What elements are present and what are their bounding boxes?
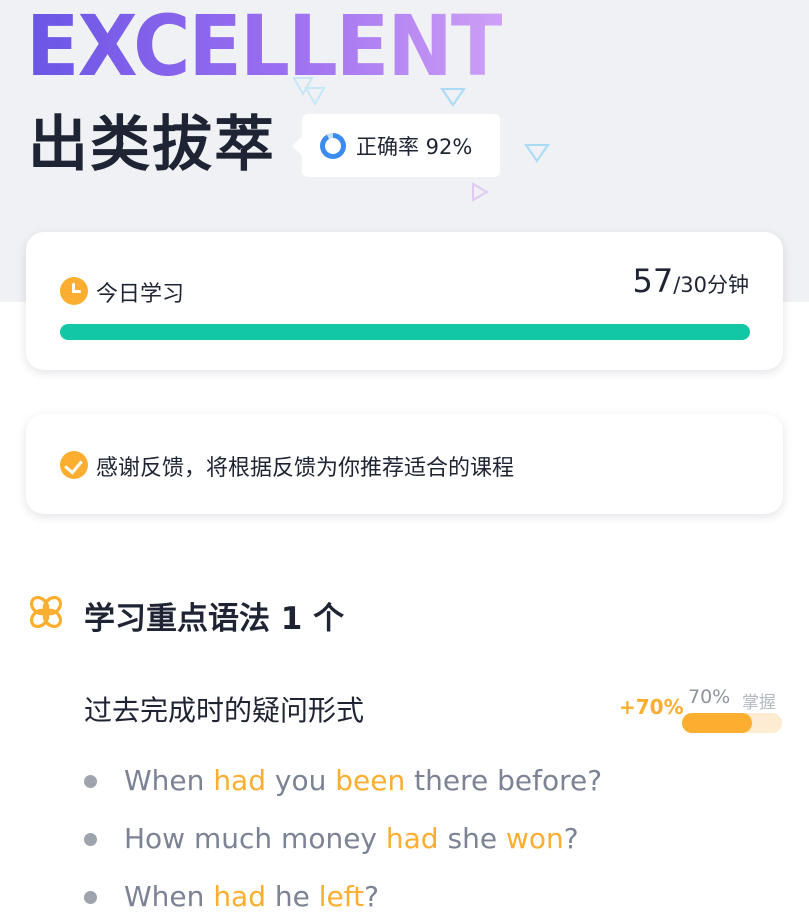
sentence-text: he	[266, 880, 319, 913]
grammar-point-name: 过去完成时的疑问形式	[84, 694, 365, 727]
sentence-text: there before?	[405, 764, 603, 797]
study-time: 57 /30分钟	[632, 262, 749, 300]
sentence-text: When	[124, 764, 214, 797]
mastery-progress-fill	[682, 713, 752, 733]
sentence-text: ?	[364, 880, 380, 913]
example-sentence-list: When had you been there before? How much …	[84, 760, 784, 923]
today-study-card: 今日学习 57 /30分钟	[26, 232, 783, 370]
highlighted-word: been	[335, 764, 406, 797]
example-sentence: How much money had she won?	[84, 818, 784, 876]
highlighted-word: left	[318, 880, 365, 913]
triangle-decoration-icon	[524, 144, 550, 163]
grammar-flower-icon	[29, 595, 63, 629]
study-progress-bar	[60, 324, 750, 340]
sentence-text: How much money	[124, 822, 386, 855]
today-study-label: 今日学习	[96, 282, 185, 307]
result-subtitle: 出类拔萃	[28, 110, 276, 180]
clock-icon	[60, 277, 88, 305]
accuracy-text: 正确率 92%	[356, 134, 473, 159]
mastery-progress-bar	[682, 713, 782, 733]
triangle-decoration-icon	[440, 88, 466, 107]
result-title: EXCELLENT	[26, 0, 504, 95]
highlighted-word: had	[213, 880, 266, 913]
triangle-decoration-icon	[292, 77, 326, 107]
triangle-decoration-icon	[472, 182, 490, 202]
sentence-text: When	[124, 880, 214, 913]
sentence-text: she	[438, 822, 506, 855]
highlighted-word: won	[505, 822, 564, 855]
check-circle-icon	[60, 451, 88, 479]
study-minutes: 57	[632, 262, 674, 300]
grammar-section-title: 学习重点语法 1 个	[84, 601, 345, 637]
sentence-text: you	[266, 764, 336, 797]
mastery-percent: 70%	[688, 686, 731, 708]
accuracy-ring-icon	[320, 132, 346, 159]
example-sentence: When had he left?	[84, 876, 784, 923]
feedback-text: 感谢反馈，将根据反馈为你推荐适合的课程	[96, 456, 515, 481]
study-goal: /30分钟	[673, 273, 749, 297]
study-progress-fill	[60, 324, 750, 340]
highlighted-word: had	[385, 822, 439, 855]
mastery-label: 掌握	[742, 693, 776, 713]
sentence-text: ?	[563, 822, 579, 855]
accuracy-bubble: 正确率 92%	[292, 114, 500, 177]
example-sentence: When had you been there before?	[84, 760, 784, 818]
highlighted-word: had	[213, 764, 266, 797]
mastery-gain: +70%	[619, 695, 684, 719]
feedback-card: 感谢反馈，将根据反馈为你推荐适合的课程	[26, 414, 783, 514]
